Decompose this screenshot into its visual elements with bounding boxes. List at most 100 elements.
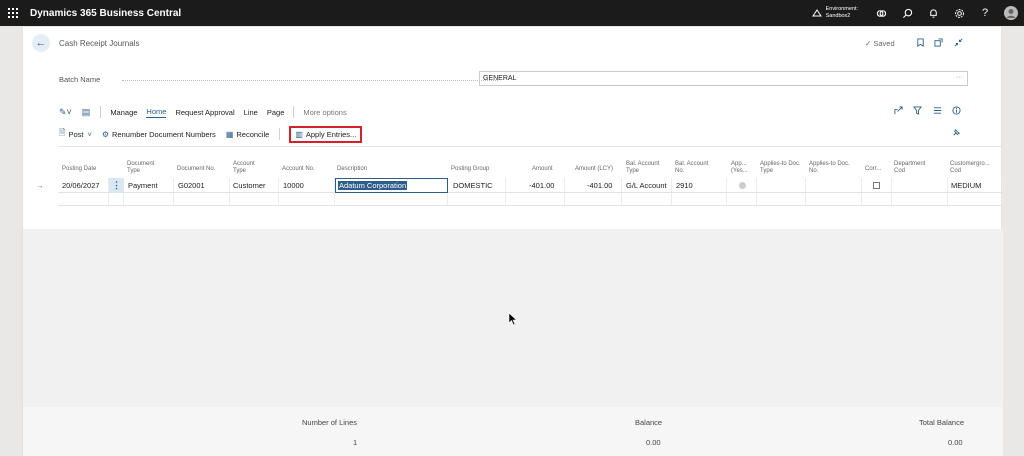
open-new-window-icon[interactable] [933, 37, 944, 48]
notifications-bell-icon[interactable] [920, 0, 946, 26]
search-icon[interactable] [894, 0, 920, 26]
journal-page-card: ← Cash Receipt Journals ✓ Saved Batch Na… [22, 27, 1003, 456]
column-header[interactable]: Bal. Account Type [626, 161, 668, 175]
total-balance-value: 0.00 [948, 438, 963, 447]
column-header[interactable]: Account Type [233, 161, 269, 175]
renumber-icon: ⚙ [101, 129, 110, 139]
posting-date-cell[interactable]: 20/06/2027 [62, 181, 100, 190]
description-value: Adatum Corporation [338, 181, 408, 190]
page-title: Cash Receipt Journals [59, 39, 140, 48]
column-header[interactable]: Corr... [865, 166, 881, 173]
table-cell [672, 193, 727, 206]
table-cell [506, 193, 565, 206]
table-cell [565, 193, 622, 206]
account-type-cell[interactable]: Customer [233, 181, 266, 190]
customergroup-code-cell[interactable]: MEDIUM [951, 181, 981, 190]
tab-manage[interactable]: Manage [110, 108, 137, 117]
app-launcher-icon[interactable] [0, 0, 26, 26]
posting-group-cell[interactable]: DOMESTIC [453, 181, 493, 190]
bal-account-type-cell[interactable]: G/L Account [626, 181, 667, 190]
share-icon[interactable] [894, 106, 903, 117]
batch-name-leader [122, 80, 498, 81]
view-mode-icon[interactable]: ▤ [82, 107, 91, 118]
table-cell [230, 193, 279, 206]
table-cell [124, 193, 174, 206]
column-header[interactable]: Document No. [177, 166, 215, 173]
column-header[interactable]: App... (Yes... [731, 161, 753, 175]
tab-home[interactable]: Home [146, 107, 167, 118]
tab-line[interactable]: Line [244, 108, 258, 117]
table-cell [948, 193, 1003, 206]
table-cell [727, 193, 757, 206]
column-header[interactable]: Customergro... Cod [950, 161, 996, 175]
list-view-icon[interactable] [933, 106, 942, 117]
batch-name-field[interactable]: GENERAL ··· [479, 71, 968, 86]
table-cell [58, 193, 109, 206]
edit-mode-icon[interactable]: ✎˅ [59, 107, 72, 118]
post-button[interactable]: 🗎 Post [59, 127, 83, 141]
column-header[interactable]: Posting Date [62, 166, 96, 173]
help-icon[interactable]: ? [972, 0, 998, 26]
applies-to-doc-no-cell[interactable] [806, 178, 862, 193]
action-separator [279, 128, 281, 140]
balance-value: 0.00 [646, 438, 661, 447]
apply-entries-icon: ▥ [295, 129, 303, 139]
environment-indicator[interactable]: Environment: Sandbox2 [811, 6, 858, 20]
batch-name-value: GENERAL [483, 75, 517, 82]
applies-to-doc-type-cell[interactable] [757, 178, 806, 193]
table-row[interactable] [23, 193, 1003, 206]
collapse-icon[interactable] [953, 37, 964, 48]
column-header[interactable]: Description [337, 166, 367, 173]
table-cell [335, 193, 448, 206]
post-dropdown-chevron-icon[interactable]: ˅ [87, 130, 91, 139]
column-header[interactable]: Applies-to Doc. Type [760, 161, 804, 175]
department-code-cell[interactable] [892, 178, 948, 193]
reconcile-icon: ▦ [225, 129, 234, 139]
saved-status: ✓ Saved [865, 39, 895, 48]
number-of-lines-label: Number of Lines [302, 418, 358, 427]
filter-icon[interactable] [913, 106, 922, 117]
column-header[interactable]: Amount (LCY) [575, 166, 613, 173]
document-type-cell[interactable]: Payment [128, 181, 158, 190]
amount-cell[interactable]: -401.00 [529, 181, 554, 190]
table-cell [757, 193, 806, 206]
bal-account-no-cell[interactable]: 2910 [676, 181, 693, 190]
table-row[interactable]: → 20/06/2027 ⋮ Payment G02001 Customer 1… [23, 178, 1003, 193]
tab-request-approval[interactable]: Request Approval [175, 108, 234, 117]
column-header[interactable]: Account No. [282, 166, 315, 173]
info-icon[interactable] [952, 106, 961, 117]
tab-page[interactable]: Page [267, 108, 285, 117]
renumber-label: Renumber Document Numbers [112, 129, 216, 139]
more-options-button[interactable]: More options [303, 108, 346, 117]
table-cell [622, 193, 672, 206]
copilot-icon[interactable] [868, 0, 894, 26]
account-no-cell[interactable]: 10000 [283, 181, 304, 190]
description-cell[interactable]: Adatum Corporation [335, 178, 448, 193]
column-header[interactable]: Amount [532, 166, 553, 173]
column-header[interactable]: Document Type [127, 161, 163, 175]
back-arrow-icon[interactable]: ← [32, 34, 50, 52]
reconcile-button[interactable]: ▦ Reconcile [226, 130, 270, 139]
column-header[interactable]: Bal. Account No. [675, 161, 717, 175]
bookmark-icon[interactable] [915, 37, 926, 48]
column-header[interactable]: Applies-to Doc. No. [809, 161, 859, 175]
action-bar-divider [59, 146, 1001, 147]
user-avatar[interactable] [998, 0, 1024, 26]
correction-checkbox[interactable] [873, 182, 880, 189]
row-actions-button[interactable]: ⋮ [109, 178, 124, 193]
app-title: Dynamics 365 Business Central [30, 7, 182, 19]
action-separator [100, 106, 102, 118]
personalize-pin-icon[interactable] [952, 128, 961, 139]
column-header[interactable]: Department Cod [894, 161, 934, 175]
renumber-document-numbers-button[interactable]: ⚙ Renumber Document Numbers [102, 130, 216, 139]
number-of-lines-value: 1 [353, 438, 358, 447]
amount-lcy-cell[interactable]: -401.00 [587, 181, 612, 190]
action-bar: ✎˅ ▤ Manage Home Request Approval Line P… [59, 105, 356, 119]
document-no-cell[interactable]: G02001 [178, 181, 205, 190]
table-cell [448, 193, 506, 206]
batch-lookup-button[interactable]: ··· [956, 74, 963, 81]
apply-entries-button[interactable]: ▥ Apply Entries... [289, 125, 363, 143]
settings-gear-icon[interactable] [946, 0, 972, 26]
column-header[interactable]: Posting Group [451, 166, 489, 173]
table-cell [806, 193, 862, 206]
